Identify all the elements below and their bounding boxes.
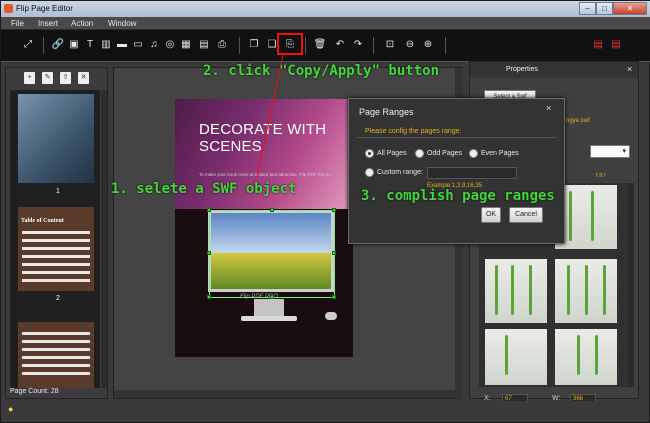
annotation-arrow (256, 54, 284, 178)
flip-page-editor-window: Flip Page Editor – □ ✕ File Insert Actio… (0, 0, 650, 423)
